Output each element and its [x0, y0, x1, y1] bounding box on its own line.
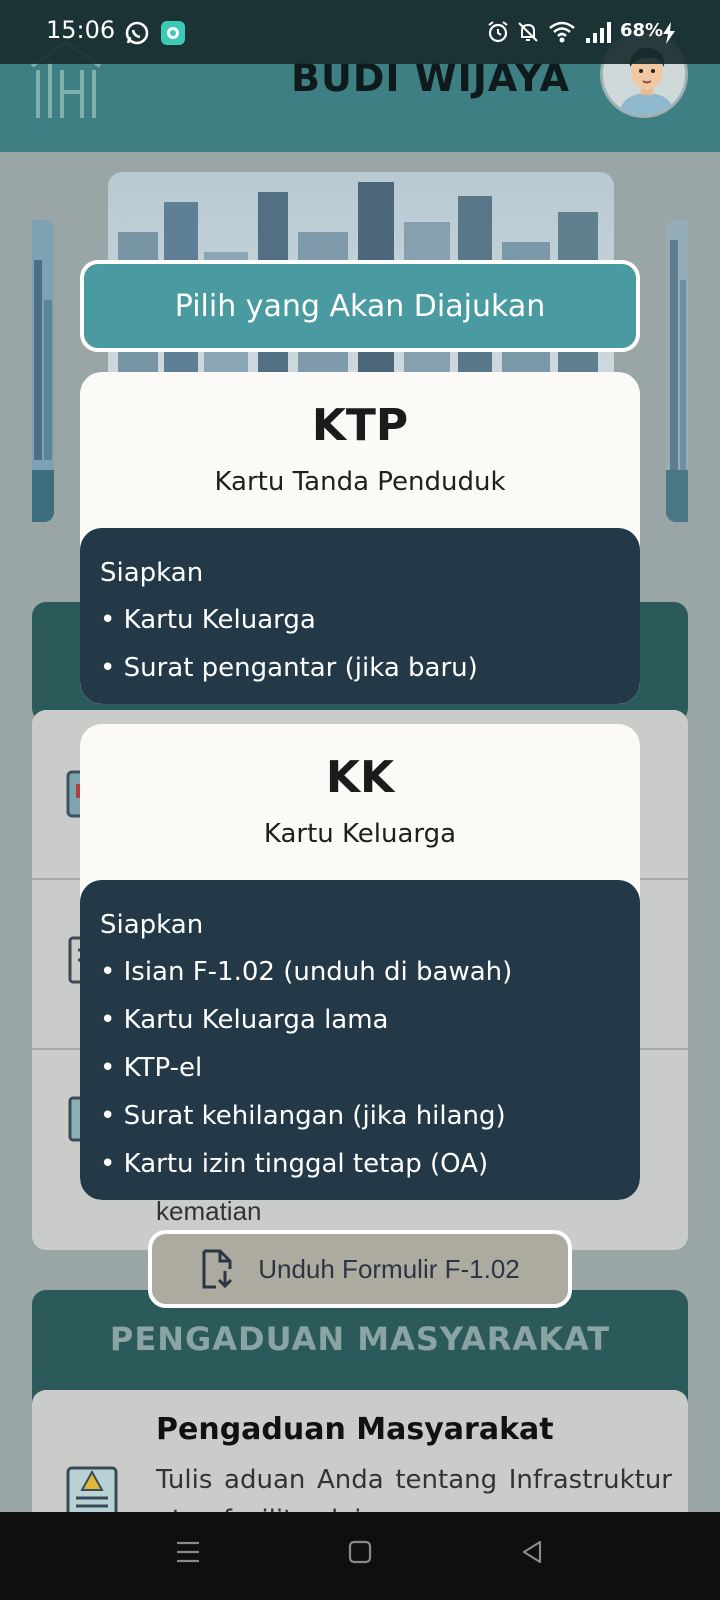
requirements-heading: Siapkan	[100, 558, 204, 588]
wifi-icon	[549, 21, 575, 43]
battery-charging-icon	[663, 22, 675, 44]
app-notification-icon	[161, 21, 185, 45]
battery-percentage: 68%	[620, 20, 664, 41]
whatsapp-icon	[125, 21, 149, 45]
alarm-icon	[488, 21, 508, 43]
document-option-kk[interactable]: KK Kartu Keluarga Siapkan • Isian F-1.02…	[80, 724, 640, 1200]
signal-icon	[586, 22, 611, 43]
requirement-item: • Surat kehilangan (jika hilang)	[100, 1101, 506, 1131]
requirement-item: • Kartu izin tinggal tetap (OA)	[100, 1149, 489, 1179]
document-name: Kartu Tanda Penduduk	[214, 467, 506, 497]
file-download-icon	[202, 1249, 233, 1289]
requirements-heading: Siapkan	[100, 910, 204, 940]
recent-apps-icon[interactable]	[174, 1538, 202, 1566]
document-option-ktp[interactable]: KTP Kartu Tanda Penduduk Siapkan • Kartu…	[80, 372, 640, 704]
requirement-item: • Kartu Keluarga lama	[100, 1005, 389, 1035]
modal-title: Pilih yang Akan Diajukan	[80, 260, 640, 352]
requirement-item: • Surat pengantar (jika baru)	[100, 653, 478, 683]
download-form-button[interactable]: Unduh Formulir F-1.02	[148, 1230, 572, 1308]
status-bar: 15:06 68%	[0, 0, 720, 64]
document-code: KTP	[311, 400, 409, 451]
back-icon[interactable]	[518, 1538, 546, 1566]
requirements-panel: Siapkan • Kartu Keluarga • Surat pengant…	[80, 528, 640, 704]
requirements-panel: Siapkan • Isian F-1.02 (unduh di bawah) …	[80, 880, 640, 1200]
bell-off-icon	[518, 22, 538, 42]
status-time: 15:06	[46, 16, 116, 44]
document-code: KK	[325, 752, 395, 803]
home-icon[interactable]	[346, 1538, 374, 1566]
requirement-item: • Isian F-1.02 (unduh di bawah)	[100, 957, 513, 987]
requirement-item: • Kartu Keluarga	[100, 605, 316, 635]
download-form-label: Unduh Formulir F-1.02	[258, 1253, 520, 1284]
navigation-bar	[0, 1512, 720, 1600]
document-name: Kartu Keluarga	[263, 819, 457, 849]
requirement-item: • KTP-el	[100, 1053, 203, 1083]
